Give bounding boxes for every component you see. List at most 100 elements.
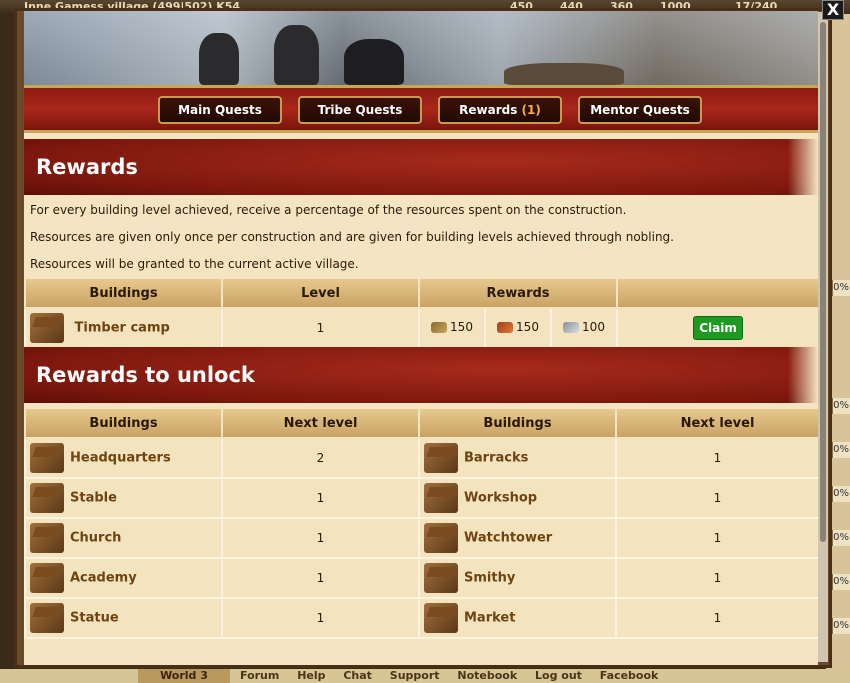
smithy-icon xyxy=(424,563,458,593)
building-cell[interactable]: Timber camp xyxy=(24,307,223,349)
roof-shape xyxy=(504,63,624,85)
col-header-rewards: Rewards xyxy=(417,277,619,309)
heading-fade xyxy=(788,139,818,195)
stable-icon xyxy=(30,483,64,513)
footer-link-help[interactable]: Help xyxy=(297,669,325,682)
reward-iron: 100 xyxy=(582,320,605,335)
workshop-icon xyxy=(424,483,458,513)
timber-camp-icon xyxy=(30,313,64,343)
footer-link-facebook[interactable]: Facebook xyxy=(600,669,659,682)
building-name: Workshop xyxy=(464,490,538,506)
iron-icon xyxy=(563,321,580,333)
unlock-header-row: Buildings Next level Buildings Next leve… xyxy=(24,407,818,439)
rewards-header-row: Buildings Level Rewards xyxy=(24,277,818,309)
table-row: Headquarters 2 Barracks 1 xyxy=(24,437,818,479)
tab-mentor-quests[interactable]: Mentor Quests xyxy=(578,96,702,124)
barracks-icon xyxy=(424,443,458,473)
side-percent: 0% xyxy=(832,398,850,414)
tab-label: Mentor Quests xyxy=(590,103,690,117)
footer-links: Forum Help Chat Support Notebook Log out… xyxy=(240,669,672,683)
table-row: Academy 1 Smithy 1 xyxy=(24,557,818,599)
building-name: Timber camp xyxy=(74,320,170,336)
footer-bar: World 3 Forum Help Chat Support Notebook… xyxy=(0,669,850,683)
side-percent: 0% xyxy=(832,486,850,502)
building-cell[interactable]: Barracks xyxy=(418,437,617,479)
action-cell: Claim xyxy=(616,307,818,349)
building-name: Stable xyxy=(70,490,117,506)
building-name: Watchtower xyxy=(464,530,553,546)
tab-tribe-quests[interactable]: Tribe Quests xyxy=(298,96,422,124)
quests-popup: Main Quests Tribe Quests Rewards (1) Men… xyxy=(14,8,832,668)
building-name: Church xyxy=(70,530,122,546)
statue-icon xyxy=(30,603,64,633)
knight-figure xyxy=(274,25,319,85)
rewards-title: Rewards xyxy=(36,155,138,179)
col-header-action xyxy=(616,277,818,309)
church-icon xyxy=(30,523,64,553)
next-level-cell: 1 xyxy=(221,477,420,519)
tab-label: Tribe Quests xyxy=(317,103,403,117)
reward-wood-cell: 150 xyxy=(418,307,486,349)
building-name: Market xyxy=(464,610,516,626)
building-cell[interactable]: Academy xyxy=(24,557,223,599)
next-level-cell: 2 xyxy=(221,437,420,479)
footer-link-support[interactable]: Support xyxy=(390,669,440,682)
unlock-title: Rewards to unlock xyxy=(36,363,255,387)
building-cell[interactable]: Smithy xyxy=(418,557,617,599)
next-level-cell: 1 xyxy=(615,597,818,639)
knight-figure xyxy=(199,33,239,85)
building-cell[interactable]: Headquarters xyxy=(24,437,223,479)
claim-button[interactable]: Claim xyxy=(693,316,744,340)
next-level-cell: 1 xyxy=(221,557,420,599)
building-cell[interactable]: Workshop xyxy=(418,477,617,519)
side-percent: 0% xyxy=(832,442,850,458)
headquarters-icon xyxy=(30,443,64,473)
next-level-cell: 1 xyxy=(615,517,818,559)
tab-label: Main Quests xyxy=(178,103,262,117)
col-header-level: Level xyxy=(221,277,420,309)
footer-link-logout[interactable]: Log out xyxy=(535,669,582,682)
next-level-cell: 1 xyxy=(221,517,420,559)
world-label[interactable]: World 3 xyxy=(138,669,230,683)
info-line: For every building level achieved, recei… xyxy=(30,203,627,217)
side-percent: 0% xyxy=(832,574,850,590)
building-name: Academy xyxy=(70,570,137,586)
building-cell[interactable]: Statue xyxy=(24,597,223,639)
next-level-cell: 1 xyxy=(615,477,818,519)
scrollbar-thumb[interactable] xyxy=(820,22,826,542)
rewards-heading: Rewards xyxy=(24,139,818,195)
popup-scrollbar[interactable] xyxy=(818,12,828,662)
close-icon[interactable]: X xyxy=(822,0,844,20)
building-name: Barracks xyxy=(464,450,529,466)
rewards-count-badge: (1) xyxy=(521,103,541,117)
reward-wood: 150 xyxy=(450,320,473,335)
building-cell[interactable]: Market xyxy=(418,597,617,639)
tab-rewards[interactable]: Rewards (1) xyxy=(438,96,562,124)
building-cell[interactable]: Stable xyxy=(24,477,223,519)
watchtower-icon xyxy=(424,523,458,553)
table-row: Statue 1 Market 1 xyxy=(24,597,818,639)
side-percent: 0% xyxy=(832,280,850,296)
heading-fade xyxy=(788,347,818,403)
reward-iron-cell: 100 xyxy=(549,307,619,349)
wood-icon xyxy=(431,321,448,333)
level-cell: 1 xyxy=(221,307,420,349)
building-name: Smithy xyxy=(464,570,516,586)
building-cell[interactable]: Watchtower xyxy=(418,517,617,559)
footer-link-forum[interactable]: Forum xyxy=(240,669,279,682)
building-name: Statue xyxy=(70,610,119,626)
clay-icon xyxy=(497,321,514,333)
next-level-cell: 1 xyxy=(221,597,420,639)
side-percent: 0% xyxy=(832,530,850,546)
col-header-buildings: Buildings xyxy=(418,407,617,439)
reward-clay-cell: 150 xyxy=(484,307,552,349)
footer-link-chat[interactable]: Chat xyxy=(343,669,372,682)
unlock-table: Buildings Next level Buildings Next leve… xyxy=(24,407,818,639)
rewards-content: Rewards For every building level achieve… xyxy=(24,133,818,665)
market-icon xyxy=(424,603,458,633)
tab-main-quests[interactable]: Main Quests xyxy=(158,96,282,124)
footer-link-notebook[interactable]: Notebook xyxy=(457,669,517,682)
tab-label: Rewards xyxy=(459,103,518,117)
building-cell[interactable]: Church xyxy=(24,517,223,559)
reward-clay: 150 xyxy=(516,320,539,335)
